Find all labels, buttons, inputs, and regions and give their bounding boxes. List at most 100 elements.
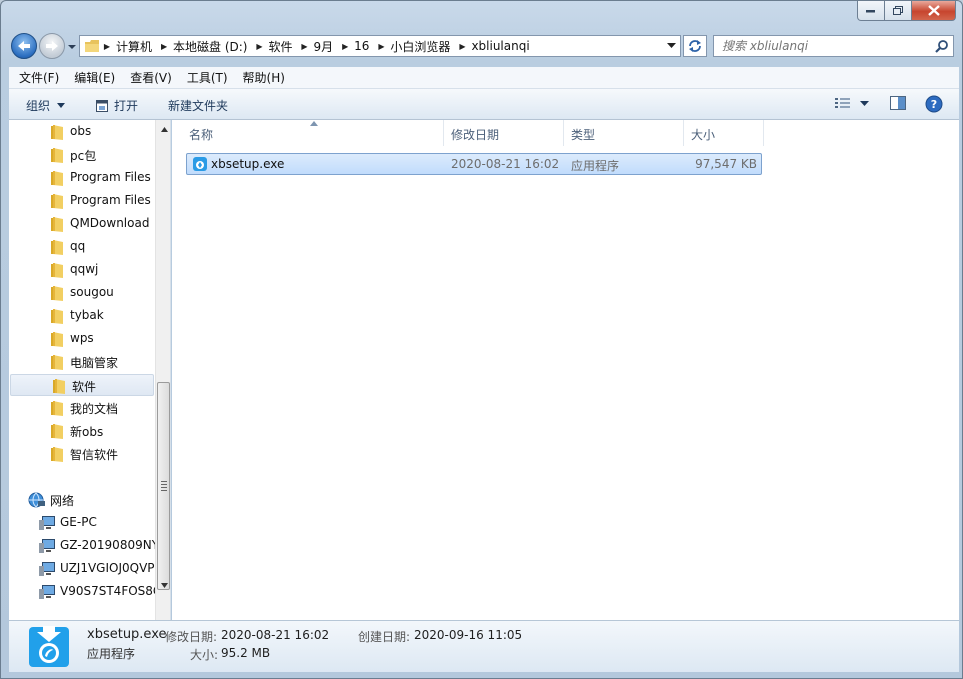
back-button[interactable] [11,33,37,59]
new-folder-button[interactable]: 新建文件夹 [168,97,228,114]
minimize-icon [866,9,875,12]
recent-pages-dropdown[interactable] [67,43,77,51]
search-icon[interactable] [935,39,949,53]
sidebar-folder-item[interactable]: 智信软件 [9,443,154,465]
details-size-label: 大小: [190,648,219,662]
close-button[interactable] [912,1,956,21]
details-modified-label: 修改日期: [165,630,218,644]
folder-icon [49,147,65,166]
open-window-icon [96,99,108,112]
breadcrumb-item[interactable]: ▶ 计算机 [100,38,157,55]
column-header-type[interactable]: 类型 [571,120,595,148]
folder-icon [49,193,65,212]
scroll-up-button[interactable] [156,122,170,136]
open-button[interactable]: 打开 [95,97,138,114]
address-dropdown-icon[interactable] [667,43,676,49]
sidebar-folder-label: pc包 [70,149,97,163]
column-header-size[interactable]: 大小 [691,120,715,148]
organize-button[interactable]: 组织 [26,97,68,114]
network-computer-label: GZ-20190809NY [60,538,160,552]
chevron-right-icon: ▶ [160,41,168,51]
folder-icon [49,216,65,235]
sidebar-folder-item[interactable]: Program Files [9,167,154,189]
sidebar-folder-item[interactable]: tybak [9,305,154,327]
chevron-right-icon: ▶ [256,41,263,51]
sidebar-folder-item[interactable]: qqwj [9,259,154,281]
breadcrumb-label: 本地磁盘 (D:) [173,39,248,54]
sidebar-folder-item[interactable]: Program Files [9,190,154,212]
column-divider[interactable] [683,120,684,146]
file-row[interactable]: xbsetup.exe 2020-08-21 16:02 应用程序 97,547… [186,153,762,175]
sidebar-folder-label: Program Files [70,170,151,184]
chevron-right-icon: ▶ [459,41,466,51]
details-modified-value: 2020-08-21 16:02 [221,628,330,642]
chevron-right-icon: ▶ [103,41,111,51]
chevron-right-icon: ▶ [378,41,385,51]
arrow-right-icon [46,41,58,51]
folder-icon [49,308,65,327]
folder-icon [51,378,67,397]
network-computer-item[interactable]: UZJ1VGIOJ0QVP [9,558,155,580]
menu-file[interactable]: 文件(F) [9,69,64,86]
column-divider[interactable] [443,120,444,146]
network-computer-item[interactable]: GZ-20190809NY [9,535,159,557]
column-divider[interactable] [763,120,764,146]
view-options-dropdown[interactable] [860,101,869,107]
network-computer-item[interactable]: GE-PC [9,512,154,534]
sidebar-folder-item[interactable]: pc包 [9,144,154,166]
svg-text:?: ? [931,98,937,111]
search-box[interactable] [713,35,954,57]
sidebar-folder-item[interactable]: QMDownload [9,213,154,235]
address-bar[interactable]: ▶ 计算机 ▶ 本地磁盘 (D:) ▶ 软件 ▶ 9月 ▶ 16 ▶ 小白浏览器 ▶ xbli… [79,35,681,57]
breadcrumb-label: 16 [354,39,370,53]
search-input[interactable] [714,36,924,56]
refresh-icon [689,40,701,52]
sidebar-folder-item[interactable]: 软件 [10,374,154,396]
folder-icon [49,354,65,373]
sort-ascending-icon [310,121,318,126]
breadcrumb-item[interactable]: ▶ 软件 [252,38,297,55]
preview-pane-button[interactable] [889,95,907,111]
folder-icon [49,446,65,465]
sidebar-folder-item[interactable]: qq [9,236,154,258]
breadcrumb-item[interactable]: ▶ xbliulanqi [455,39,534,53]
column-header-name[interactable]: 名称 [189,120,213,148]
sidebar-folder-item[interactable]: sougou [9,282,154,304]
column-divider[interactable] [563,120,564,146]
sidebar-folder-item[interactable]: 我的文档 [9,397,154,419]
sidebar-folder-item[interactable]: wps [9,328,154,350]
menu-view[interactable]: 查看(V) [120,69,177,86]
grip-icon [161,481,167,493]
help-icon: ? [925,95,943,113]
breadcrumb-item[interactable]: ▶ 本地磁盘 (D:) [157,38,252,55]
sidebar-folder-item[interactable]: 新obs [9,420,154,442]
refresh-button[interactable] [683,35,707,57]
help-button[interactable]: ? [925,95,943,113]
column-header-date[interactable]: 修改日期 [451,120,499,148]
sidebar-folder-item[interactable]: 电脑管家 [9,351,154,373]
file-list-pane: 名称 修改日期 类型 大小 xbsetup.exe 2020-08-21 16:… [172,120,959,620]
scroll-thumb[interactable] [157,382,170,590]
menu-edit[interactable]: 编辑(E) [64,69,120,86]
minimize-button[interactable] [857,1,885,21]
breadcrumb-item[interactable]: ▶ 9月 [298,38,339,55]
folder-icon [49,262,65,281]
chevron-right-icon: ▶ [301,41,308,51]
scroll-down-button[interactable] [156,578,170,592]
breadcrumb-item[interactable]: ▶ 小白浏览器 [374,38,455,55]
forward-button[interactable] [39,33,65,59]
menu-tools[interactable]: 工具(T) [177,69,233,86]
computer-icon [38,538,56,557]
breadcrumb-label: xbliulanqi [471,39,530,53]
navigation-scrollbar[interactable] [155,120,170,620]
menu-help[interactable]: 帮助(H) [233,69,290,86]
maximize-button[interactable] [885,1,912,21]
network-node[interactable]: 网络 [9,489,154,511]
folder-icon [49,170,65,189]
sidebar-folder-label: obs [70,124,92,138]
breadcrumb-item[interactable]: ▶ 16 [338,39,374,53]
change-view-button[interactable] [834,96,852,110]
sidebar-folder-item[interactable]: obs [9,121,154,143]
network-computer-item[interactable]: V90S7ST4FOS8C [9,581,161,603]
close-icon [927,5,940,16]
